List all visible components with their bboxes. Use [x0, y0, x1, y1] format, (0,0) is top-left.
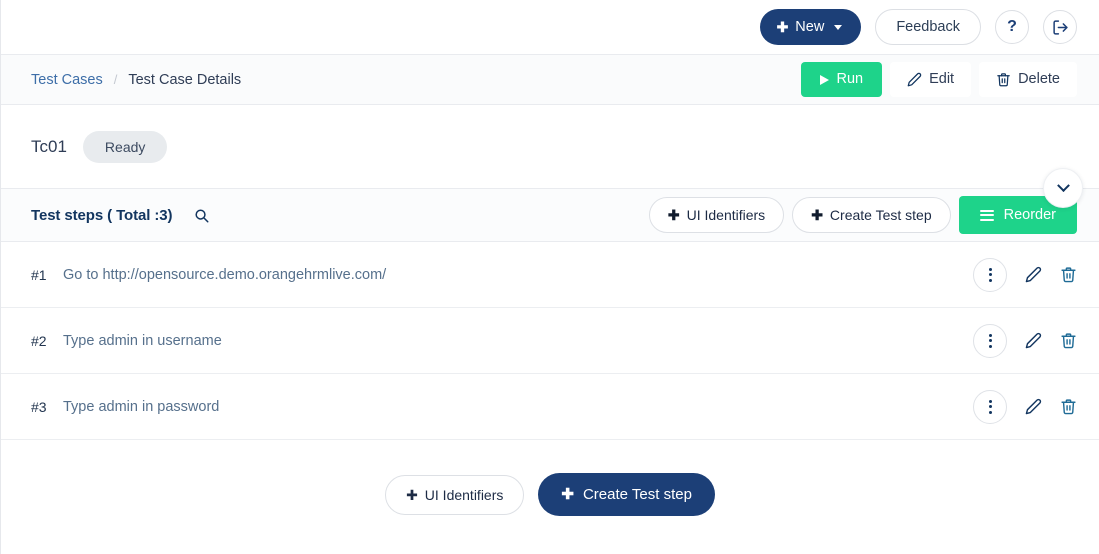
- more-vertical-icon[interactable]: [973, 257, 1007, 292]
- pencil-icon: [907, 72, 922, 87]
- breadcrumb-test-cases[interactable]: Test Cases: [31, 72, 103, 88]
- row-delete-button[interactable]: [1060, 266, 1077, 283]
- breadcrumb-separator: /: [113, 72, 118, 87]
- step-number: #2: [31, 332, 47, 349]
- breadcrumb-bar: Test Cases / Test Case Details Run Edit: [1, 55, 1099, 105]
- step-description: Type admin in password: [63, 398, 220, 415]
- row-edit-button[interactable]: [1025, 266, 1042, 283]
- ui-identifiers-label-top: UI Identifiers: [686, 207, 766, 223]
- row-edit-button[interactable]: [1025, 398, 1042, 415]
- edit-button[interactable]: Edit: [890, 62, 972, 97]
- collapse-toggle-button[interactable]: [1043, 168, 1083, 208]
- trash-icon: [997, 73, 1010, 87]
- row-delete-button[interactable]: [1060, 332, 1077, 349]
- delete-button-label: Delete: [1018, 71, 1060, 88]
- ui-identifiers-button-top[interactable]: ✚ UI Identifiers: [648, 197, 785, 233]
- ui-identifiers-button-bottom[interactable]: ✚ UI Identifiers: [385, 474, 525, 515]
- table-row[interactable]: #2 Type admin in username: [1, 308, 1099, 374]
- plus-icon: ✚: [406, 486, 418, 503]
- row-actions: [973, 257, 1077, 292]
- step-description: Type admin in username: [63, 332, 222, 349]
- plus-icon: ✚: [811, 207, 823, 223]
- question-mark-icon: ?: [1007, 18, 1017, 35]
- breadcrumb: Test Cases / Test Case Details: [31, 72, 241, 88]
- test-steps-list: #1 Go to http://opensource.demo.orangehr…: [1, 242, 1099, 440]
- test-steps-header-actions: ✚ UI Identifiers ✚ Create Test step Reor…: [648, 195, 1077, 235]
- test-case-name: Tc01: [31, 136, 67, 156]
- caret-down-icon: [834, 24, 843, 30]
- test-steps-header: Test steps ( Total :3) ✚ UI Identifiers …: [1, 189, 1099, 242]
- search-icon: [195, 208, 209, 222]
- new-button[interactable]: ✚ New: [759, 8, 862, 46]
- step-number: #1: [31, 266, 47, 283]
- row-actions: [973, 389, 1077, 424]
- ui-identifiers-label-bottom: UI Identifiers: [424, 486, 504, 503]
- row-edit-button[interactable]: [1025, 332, 1042, 349]
- footer-actions: ✚ UI Identifiers ✚ Create Test step: [1, 440, 1099, 549]
- test-case-title-section: Tc01 Ready: [1, 105, 1099, 208]
- logout-button[interactable]: [1043, 10, 1077, 44]
- feedback-button[interactable]: Feedback: [875, 8, 981, 46]
- chevron-down-icon: [1056, 178, 1070, 192]
- edit-button-label: Edit: [929, 71, 955, 88]
- plus-icon: ✚: [667, 207, 680, 223]
- create-test-step-button-bottom[interactable]: ✚ Create Test step: [538, 473, 715, 516]
- step-description: Go to http://opensource.demo.orangehrmli…: [63, 266, 387, 283]
- test-case-details-page: ✚ New Feedback ? Test Cases / Test Case …: [0, 0, 1099, 554]
- trash-icon: [1061, 267, 1076, 283]
- trash-icon: [1061, 333, 1076, 349]
- logout-icon: [1052, 19, 1068, 35]
- row-actions: [973, 323, 1077, 358]
- create-test-step-button-top[interactable]: ✚ Create Test step: [792, 197, 951, 233]
- row-delete-button[interactable]: [1060, 398, 1077, 415]
- run-button[interactable]: Run: [801, 62, 883, 97]
- help-button[interactable]: ?: [995, 10, 1029, 44]
- more-vertical-icon[interactable]: [973, 323, 1007, 358]
- delete-button[interactable]: Delete: [979, 62, 1077, 97]
- pencil-icon: [1025, 266, 1042, 283]
- run-button-label: Run: [836, 71, 864, 88]
- hamburger-icon: [979, 209, 994, 221]
- create-test-step-label-bottom: Create Test step: [582, 486, 692, 503]
- plus-icon: ✚: [776, 19, 789, 35]
- top-bar: ✚ New Feedback ?: [1, 0, 1099, 55]
- more-vertical-icon[interactable]: [973, 389, 1007, 424]
- step-number: #3: [31, 398, 47, 415]
- breadcrumb-actions: Run Edit Delete: [801, 62, 1077, 97]
- trash-icon: [1061, 399, 1076, 415]
- status-badge: Ready: [82, 130, 168, 163]
- pencil-icon: [1025, 332, 1042, 349]
- test-steps-title: Test steps ( Total :3): [31, 206, 173, 224]
- table-row[interactable]: #3 Type admin in password: [1, 374, 1099, 440]
- create-test-step-label-top: Create Test step: [829, 207, 932, 223]
- search-button[interactable]: [194, 208, 209, 223]
- new-button-label: New: [795, 18, 825, 35]
- table-row[interactable]: #1 Go to http://opensource.demo.orangehr…: [1, 242, 1099, 308]
- play-icon: [820, 74, 830, 85]
- breadcrumb-current: Test Case Details: [128, 71, 242, 88]
- feedback-button-label: Feedback: [896, 18, 960, 35]
- plus-icon: ✚: [561, 486, 574, 503]
- reorder-button-label: Reorder: [1003, 206, 1056, 223]
- pencil-icon: [1025, 398, 1042, 415]
